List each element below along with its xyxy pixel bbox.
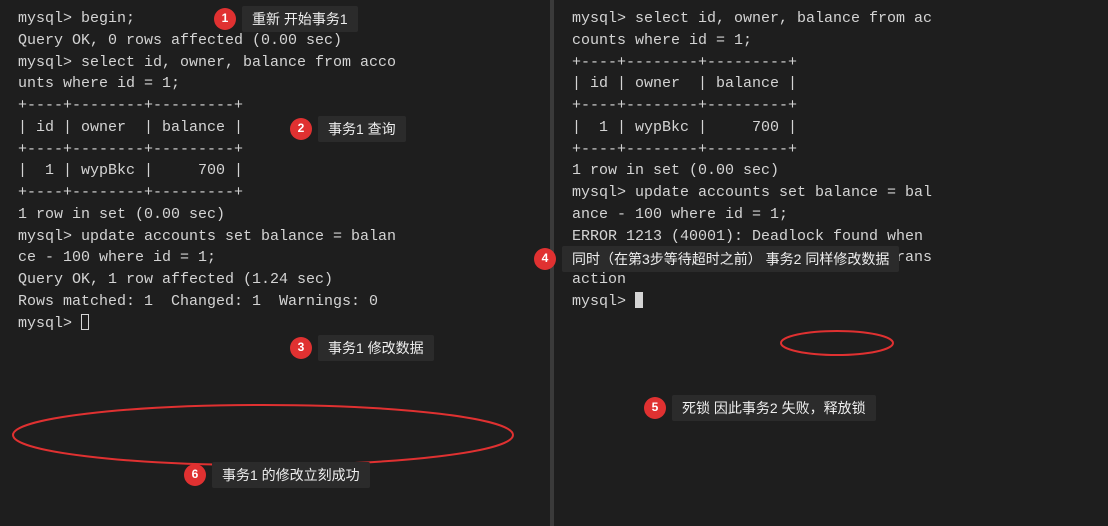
annotation-label: 死锁 因此事务2 失败，释放锁 bbox=[672, 395, 876, 421]
term-line: | id | owner | balance | bbox=[572, 73, 1090, 95]
term-line: | 1 | wypBkc | 700 | bbox=[18, 160, 532, 182]
badge-number: 1 bbox=[214, 8, 236, 30]
red-oval-highlight bbox=[778, 329, 896, 357]
annotation-5: 5 死锁 因此事务2 失败，释放锁 bbox=[644, 395, 876, 421]
annotation-label: 同时（在第3步等待超时之前） 事务2 同样修改数据 bbox=[562, 246, 899, 272]
term-line: 1 row in set (0.00 sec) bbox=[572, 160, 1090, 182]
term-line: mysql> select id, owner, balance from ac… bbox=[18, 52, 532, 74]
terminal-left: mysql> begin; Query OK, 0 rows affected … bbox=[0, 0, 554, 526]
term-line: ance - 100 where id = 1; bbox=[572, 204, 1090, 226]
badge-number: 6 bbox=[184, 464, 206, 486]
annotation-1: 1 重新 开始事务1 bbox=[214, 6, 358, 32]
term-line: mysql> update accounts set balance = bal bbox=[572, 182, 1090, 204]
annotation-6: 6 事务1 的修改立刻成功 bbox=[184, 462, 370, 488]
term-line: 1 row in set (0.00 sec) bbox=[18, 204, 532, 226]
term-line: mysql> select id, owner, balance from ac bbox=[572, 8, 1090, 30]
term-line: ERROR 1213 (40001): Deadlock found when bbox=[572, 226, 1090, 248]
term-line: +----+--------+---------+ bbox=[572, 95, 1090, 117]
terminal-right: mysql> select id, owner, balance from ac… bbox=[554, 0, 1108, 526]
annotation-label: 事务1 查询 bbox=[318, 116, 406, 142]
annotation-label: 事务1 的修改立刻成功 bbox=[212, 462, 370, 488]
badge-number: 3 bbox=[290, 337, 312, 359]
badge-number: 5 bbox=[644, 397, 666, 419]
term-line: +----+--------+---------+ bbox=[18, 95, 532, 117]
term-line: mysql> bbox=[572, 291, 1090, 313]
term-line: +----+--------+---------+ bbox=[572, 139, 1090, 161]
annotation-3: 3 事务1 修改数据 bbox=[290, 335, 434, 361]
red-oval-highlight bbox=[8, 400, 518, 470]
term-line: Query OK, 1 row affected (1.24 sec) bbox=[18, 269, 532, 291]
term-line: Query OK, 0 rows affected (0.00 sec) bbox=[18, 30, 532, 52]
term-line: unts where id = 1; bbox=[18, 73, 532, 95]
term-line: mysql> bbox=[18, 313, 532, 335]
annotation-label: 事务1 修改数据 bbox=[318, 335, 434, 361]
term-line: | id | owner | balance | bbox=[18, 117, 532, 139]
term-line: +----+--------+---------+ bbox=[18, 139, 532, 161]
annotation-label: 重新 开始事务1 bbox=[242, 6, 358, 32]
term-line: +----+--------+---------+ bbox=[572, 52, 1090, 74]
term-line: mysql> update accounts set balance = bal… bbox=[18, 226, 532, 248]
term-line: ce - 100 where id = 1; bbox=[18, 247, 532, 269]
term-line: +----+--------+---------+ bbox=[18, 182, 532, 204]
term-line: | 1 | wypBkc | 700 | bbox=[572, 117, 1090, 139]
cursor-icon bbox=[635, 292, 643, 308]
annotation-4: 4 同时（在第3步等待超时之前） 事务2 同样修改数据 bbox=[534, 246, 899, 272]
annotation-2: 2 事务1 查询 bbox=[290, 116, 406, 142]
badge-number: 4 bbox=[534, 248, 556, 270]
term-line: Rows matched: 1 Changed: 1 Warnings: 0 bbox=[18, 291, 532, 313]
cursor-icon bbox=[81, 314, 89, 330]
term-line: counts where id = 1; bbox=[572, 30, 1090, 52]
badge-number: 2 bbox=[290, 118, 312, 140]
